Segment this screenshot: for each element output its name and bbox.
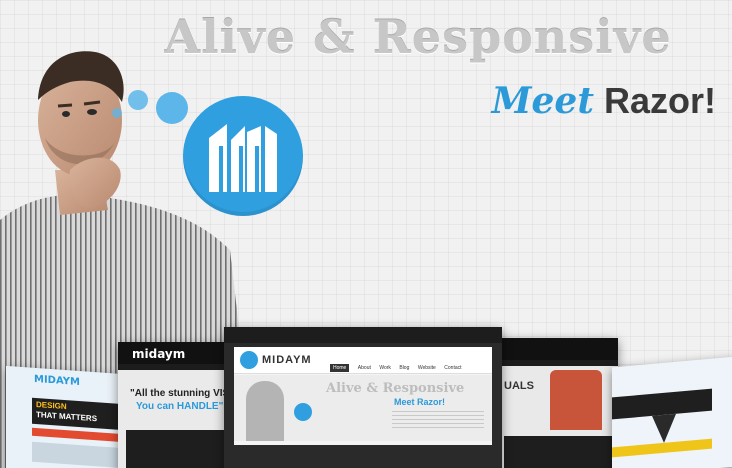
device-preview-far-left: MIDAYM DESIGN THAT MATTERS: [6, 365, 124, 468]
left-headline-1: "All the stunning VIS: [130, 388, 230, 399]
right-nav-bar: [498, 338, 618, 360]
right-content: UALS: [498, 366, 618, 468]
hero-tagline: Meet Razor!: [492, 80, 716, 122]
center-headline: Alive & Responsive: [326, 381, 465, 396]
right-person-photo: [550, 370, 602, 430]
far-left-thumb-row: [32, 441, 118, 468]
center-brand: MIDAYM: [262, 354, 312, 366]
center-body-text: [392, 411, 484, 431]
device-preview-right: UALS: [498, 338, 618, 468]
left-thumbs: [126, 430, 236, 468]
brand-logo-icon: [183, 96, 303, 216]
center-subheadline: Meet Razor!: [394, 397, 446, 407]
far-left-brand: MIDAYM: [34, 373, 80, 389]
nav-contact[interactable]: Contact: [444, 365, 461, 371]
right-thumbs: [504, 436, 612, 468]
left-headline-2: You can HANDLE": [136, 401, 224, 412]
center-logo-small-icon: [294, 403, 312, 421]
far-left-banner: DESIGN THAT MATTERS: [32, 397, 118, 430]
center-hero: Alive & Responsive Meet Razor!: [234, 375, 492, 441]
center-topbar: [224, 327, 502, 343]
nav-blog[interactable]: Blog: [399, 365, 409, 371]
center-logo-icon: [240, 351, 258, 369]
nav-work[interactable]: Work: [379, 365, 391, 371]
thought-bubble-small: [112, 108, 122, 118]
center-man-photo: [246, 381, 284, 441]
thought-bubble-medium: [128, 90, 148, 110]
device-preview-far-right: [612, 356, 732, 468]
center-thumb-row: [234, 445, 492, 468]
nav-home[interactable]: Home: [330, 364, 350, 372]
tagline-razor: Razor!: [603, 80, 716, 121]
right-fragment-text: UALS: [504, 380, 534, 392]
far-right-bolt-icon: [652, 413, 676, 444]
nav-website[interactable]: Website: [418, 365, 436, 371]
nav-about[interactable]: About: [358, 365, 371, 371]
far-left-stripe: [32, 427, 118, 442]
far-left-banner-line2: THAT MATTERS: [36, 409, 98, 424]
center-screen: MIDAYM Home About Work Blog Website Cont…: [234, 347, 492, 468]
left-brand: midaym: [132, 347, 186, 361]
center-header: MIDAYM Home About Work Blog Website Cont…: [234, 347, 492, 374]
tagline-meet: Meet: [491, 80, 594, 122]
device-preview-center: MIDAYM Home About Work Blog Website Cont…: [224, 327, 502, 468]
hero-banner: Alive & Responsive Meet Razor! MIDAYM DE…: [0, 0, 732, 468]
center-nav: Home About Work Blog Website Contact: [330, 356, 462, 374]
